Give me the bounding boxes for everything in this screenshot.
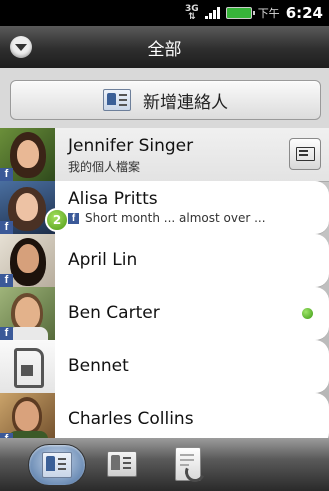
contact-list[interactable]: 新增連絡人 f Jennifer Singer 我的個人檔案 f 2 Alisa… [0, 68, 329, 438]
add-contact-button[interactable]: 新增連絡人 [10, 80, 321, 120]
avatar: f [0, 393, 55, 438]
list-item-my-profile[interactable]: f Jennifer Singer 我的個人檔案 [0, 128, 329, 182]
contact-name: Bennet [68, 356, 129, 376]
list-item[interactable]: f 2 Alisa Pritts f Short month ... almos… [0, 181, 329, 235]
online-status-icon [302, 308, 313, 319]
list-item[interactable]: Bennet [0, 340, 329, 394]
avatar: f [0, 234, 55, 287]
status-bar: 3G ⇅ 下午 6:24 [0, 0, 329, 26]
call-history-icon [175, 447, 208, 485]
contact-card-icon [103, 89, 131, 111]
network-3g-icon: 3G ⇅ [185, 4, 199, 22]
status-text: Short month ... almost over ... [85, 211, 266, 225]
facebook-icon: f [0, 221, 13, 234]
network-label: 3G [185, 4, 199, 14]
facebook-icon: f [0, 168, 13, 181]
signal-strength-icon [204, 7, 220, 19]
tab-groups[interactable] [94, 444, 150, 484]
list-item[interactable]: f Charles Collins [0, 393, 329, 438]
bottom-tab-bar [0, 438, 329, 491]
clock-time: 6:24 [285, 4, 323, 22]
battery-icon [225, 7, 255, 19]
facebook-icon: f [0, 274, 13, 287]
list-item[interactable]: f April Lin [0, 234, 329, 288]
avatar: f [0, 128, 55, 181]
contact-name: Ben Carter [68, 303, 160, 323]
add-contact-row: 新增連絡人 [0, 68, 329, 128]
notification-count-badge: 2 [45, 208, 69, 232]
send-vcard-icon[interactable] [289, 138, 321, 170]
page-title[interactable]: 全部 [0, 35, 329, 60]
avatar: f [0, 287, 55, 340]
title-bar: 全部 [0, 26, 329, 69]
contacts-card-icon [42, 452, 72, 478]
tab-all-contacts[interactable] [28, 444, 86, 486]
contact-name: Jennifer Singer [68, 136, 194, 156]
tab-call-history[interactable] [160, 444, 216, 485]
contact-subtitle: 我的個人檔案 [68, 160, 141, 174]
groups-card-icon [107, 451, 137, 477]
facebook-icon: f [0, 327, 13, 340]
avatar [0, 340, 55, 393]
contact-name: Alisa Pritts [68, 189, 158, 209]
add-contact-label: 新增連絡人 [143, 92, 228, 113]
clock-ampm: 下午 [257, 7, 280, 20]
contact-name: Charles Collins [68, 409, 194, 429]
list-item[interactable]: f Ben Carter [0, 287, 329, 341]
contact-status: f Short month ... almost over ... [68, 211, 266, 225]
facebook-icon: f [68, 212, 79, 224]
contact-name: April Lin [68, 250, 138, 270]
sim-card-icon [14, 348, 44, 388]
